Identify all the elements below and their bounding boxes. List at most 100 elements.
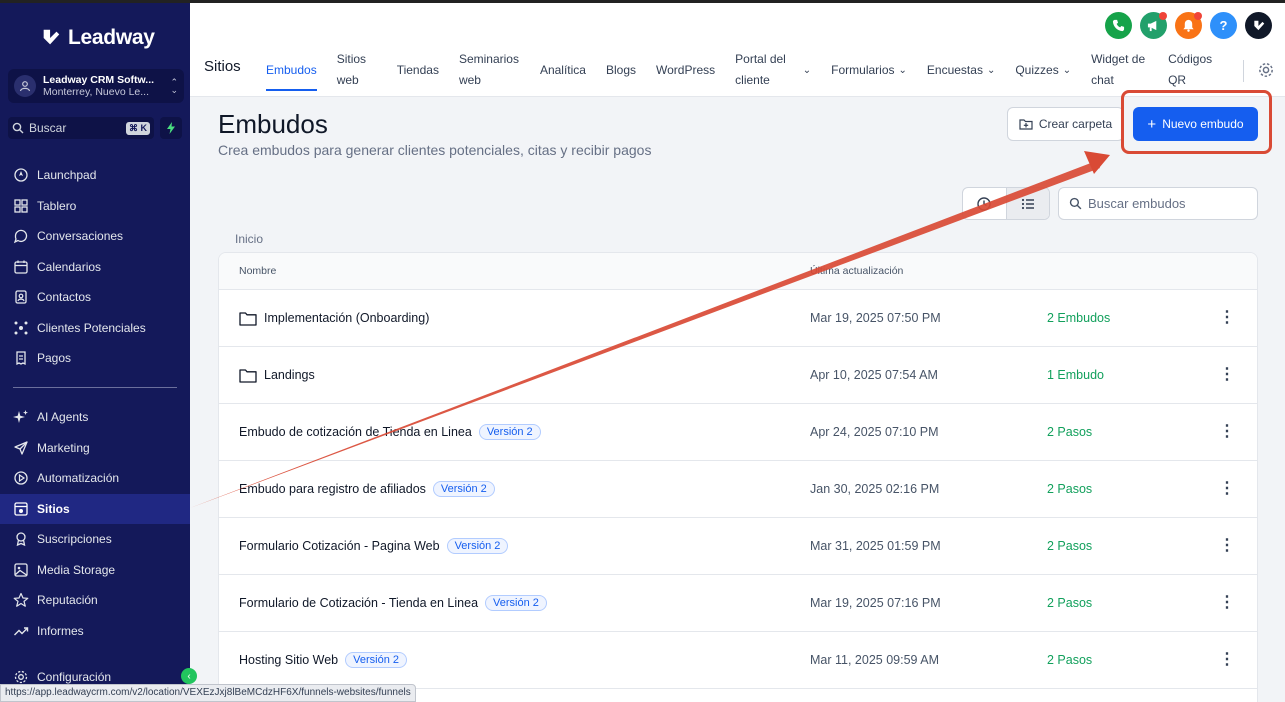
chevron-down-icon: ⌄ [802, 64, 812, 76]
table-row[interactable]: Embudo para registro de afiliados Versió… [219, 461, 1257, 518]
more-options-icon[interactable]: ⋮ [1219, 595, 1235, 611]
list-view-button[interactable] [1005, 188, 1049, 219]
more-options-icon[interactable]: ⋮ [1219, 424, 1235, 440]
contacts-icon [15, 290, 27, 304]
more-options-icon[interactable]: ⋮ [1219, 538, 1235, 554]
chevron-updown-icon: ⌃ ⌄ [170, 77, 178, 95]
brand-menu-button[interactable] [1245, 12, 1272, 39]
tab-blogs[interactable]: Blogs [596, 49, 646, 91]
breadcrumb[interactable]: Inicio [235, 232, 263, 246]
table-row[interactable]: Embudo de cotización de Tienda en Linea … [219, 404, 1257, 461]
tab-label: Tiendas [396, 62, 439, 77]
table-row[interactable]: Formulario Cotización - Pagina Web Versi… [219, 518, 1257, 575]
history-view-button[interactable] [963, 188, 1006, 219]
sidebar-search[interactable]: Buscar ⌘ K [8, 117, 154, 139]
tab-label: Portal del cliente [735, 52, 786, 87]
chevron-left-icon: ‹ [187, 670, 191, 682]
sidebar-item-media-storage[interactable]: Media Storage [0, 555, 190, 586]
more-options-icon[interactable]: ⋮ [1219, 367, 1235, 383]
sidebar-item-informes[interactable]: Informes [0, 616, 190, 647]
sidebar-item-clientes-potenciales[interactable]: Clientes Potenciales [0, 313, 190, 344]
row-name[interactable]: Formulario Cotización - Pagina Web [239, 539, 440, 553]
phone-button[interactable] [1105, 12, 1132, 39]
row-count: 1 Embudo [1047, 368, 1104, 382]
funnels-table: Nombre Última actualización Implementaci… [218, 252, 1258, 702]
tab-sitios-web[interactable]: Sitios web [327, 49, 387, 91]
leads-icon [14, 321, 28, 335]
announcements-button[interactable] [1140, 12, 1167, 39]
more-options-icon[interactable]: ⋮ [1219, 481, 1235, 497]
row-name[interactable]: Embudo para registro de afiliados [239, 482, 426, 496]
rocket-icon [14, 168, 28, 182]
version-badge: Versión 2 [485, 595, 547, 611]
sidebar-item-calendarios[interactable]: Calendarios [0, 252, 190, 283]
column-header-name[interactable]: Nombre [219, 265, 810, 277]
sidebar-item-label: Sitios [37, 501, 70, 516]
search-placeholder: Buscar embudos [1088, 196, 1186, 211]
tab-seminarios-web[interactable]: Seminarios web [449, 49, 530, 91]
sidebar-item-suscripciones[interactable]: Suscripciones [0, 524, 190, 555]
folder-icon [239, 368, 257, 383]
brand-logo[interactable]: Leadway [40, 23, 155, 53]
row-count: 2 Embudos [1047, 311, 1111, 325]
sidebar-item-ai-agents[interactable]: AI Agents [0, 402, 190, 433]
row-updated: Apr 24, 2025 07:10 PM [810, 425, 939, 439]
send-icon [14, 441, 28, 455]
chevron-down-icon: ⌄ [898, 64, 907, 76]
row-name[interactable]: Landings [264, 368, 315, 382]
sidebar-item-automatizacion[interactable]: Automatización [0, 463, 190, 494]
quick-action-button[interactable] [160, 117, 182, 139]
tab-embudos[interactable]: Embudos [256, 49, 327, 91]
tab-formularios[interactable]: Formularios ⌄ [821, 49, 917, 91]
sidebar-item-marketing[interactable]: Marketing [0, 433, 190, 464]
automation-icon [14, 471, 28, 485]
tab-widget-de-chat[interactable]: Widget de chat [1081, 49, 1158, 91]
collapse-sidebar-button[interactable]: ‹ [181, 668, 197, 684]
table-row[interactable]: Hosting Sitio Web Versión 2 Mar 11, 2025… [219, 632, 1257, 689]
sidebar-item-contactos[interactable]: Contactos [0, 282, 190, 313]
table-row[interactable]: Formulario de Cotización - Tienda en Lin… [219, 575, 1257, 632]
sidebar-item-sitios[interactable]: Sitios [0, 493, 190, 524]
bell-icon [1183, 19, 1194, 32]
tab-codigos-qr[interactable]: Códigos QR [1158, 49, 1222, 91]
tab-encuestas[interactable]: Encuestas ⌄ [917, 49, 1005, 91]
column-header-updated[interactable]: Última actualización [810, 265, 1047, 277]
sidebar-item-tablero[interactable]: Tablero [0, 191, 190, 222]
row-name[interactable]: Embudo de cotización de Tienda en Linea [239, 425, 472, 439]
tab-label: Códigos QR [1168, 52, 1213, 87]
table-row[interactable]: Implementación (Onboarding) Mar 19, 2025… [219, 290, 1257, 347]
row-count: 2 Pasos [1047, 596, 1093, 610]
table-row[interactable]: Landings Apr 10, 2025 07:54 AM 1 Embudo … [219, 347, 1257, 404]
create-folder-button[interactable]: Crear carpeta [1007, 107, 1124, 141]
row-name[interactable]: Implementación (Onboarding) [264, 311, 429, 325]
tab-quizzes[interactable]: Quizzes ⌄ [1005, 49, 1081, 91]
settings-gear-icon[interactable] [1257, 61, 1275, 79]
tab-analitica[interactable]: Analítica [530, 49, 596, 91]
account-switcher[interactable]: Leadway CRM Softw... Monterrey, Nuevo Le… [8, 69, 184, 103]
tab-tiendas[interactable]: Tiendas [387, 49, 449, 91]
sidebar-item-label: Informes [37, 623, 84, 638]
sidebar-item-conversaciones[interactable]: Conversaciones [0, 221, 190, 252]
sidebar-item-launchpad[interactable]: Launchpad [0, 160, 190, 191]
sidebar-item-label: Tablero [37, 198, 77, 213]
leadway-logo-icon [43, 29, 60, 45]
funnel-search-input[interactable]: Buscar embudos [1058, 187, 1258, 220]
sidebar-item-label: Automatización [37, 471, 120, 486]
view-toggle [962, 187, 1050, 220]
sidebar-item-label: AI Agents [37, 410, 89, 425]
search-icon [1069, 197, 1082, 210]
sidebar-item-pagos[interactable]: Pagos [0, 343, 190, 374]
tab-wordpress[interactable]: WordPress [646, 49, 725, 91]
row-name[interactable]: Formulario de Cotización - Tienda en Lin… [239, 596, 478, 610]
sidebar-item-reputacion[interactable]: Reputación [0, 585, 190, 616]
table-header: Nombre Última actualización [219, 253, 1257, 290]
notifications-button[interactable] [1175, 12, 1202, 39]
more-options-icon[interactable]: ⋮ [1219, 310, 1235, 326]
row-name[interactable]: Hosting Sitio Web [239, 653, 338, 667]
help-button[interactable]: ? [1210, 12, 1237, 39]
tab-portal-del-cliente[interactable]: Portal del cliente ⌄ [725, 49, 821, 91]
more-options-icon[interactable]: ⋮ [1219, 652, 1235, 668]
sidebar-nav-primary: Launchpad Tablero Conversaciones Calenda… [0, 160, 190, 374]
sidebar-item-label: Pagos [37, 351, 72, 366]
grid-icon [14, 199, 28, 213]
